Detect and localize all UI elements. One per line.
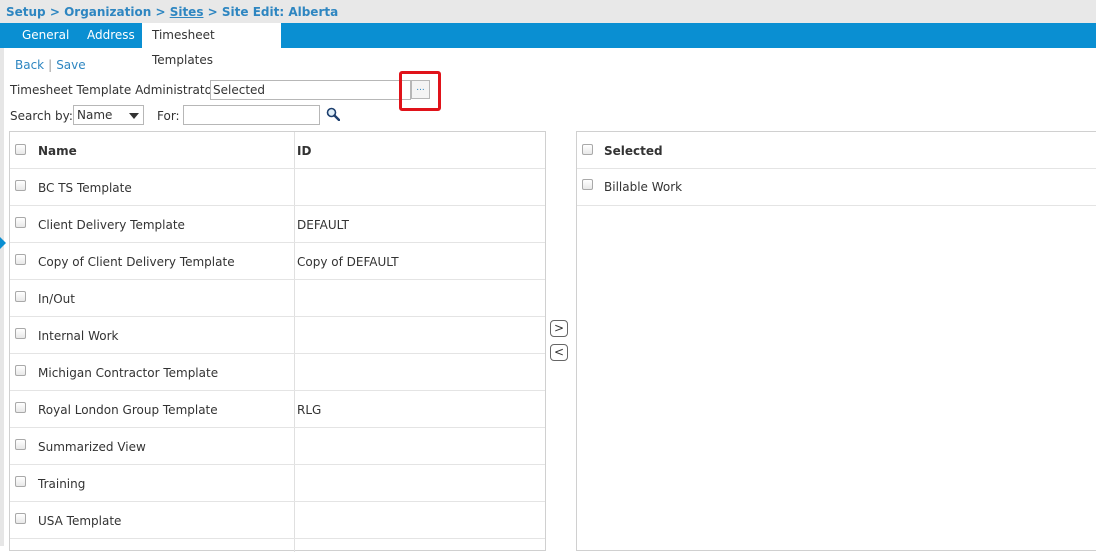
breadcrumb-sites[interactable]: Sites (170, 5, 204, 19)
administrator-field[interactable]: Selected (210, 80, 411, 100)
row-checkbox[interactable] (15, 476, 26, 487)
column-header-name[interactable]: Name (38, 144, 77, 158)
tab-address[interactable]: Address (77, 23, 145, 48)
tab-bar: General Address Timesheet Templates (0, 23, 1096, 67)
column-header-id[interactable]: ID (297, 144, 311, 158)
select-all-checkbox[interactable] (582, 144, 593, 155)
row-name: Internal Work (38, 329, 119, 343)
row-name: USA Template (38, 514, 122, 528)
back-link[interactable]: Back (15, 58, 44, 72)
table-row[interactable]: Summarized View (10, 428, 545, 465)
table-row[interactable]: Internal Work (10, 317, 545, 354)
row-checkbox[interactable] (15, 180, 26, 191)
table-row[interactable]: Michigan Contractor Template (10, 354, 545, 391)
row-checkbox[interactable] (15, 439, 26, 450)
row-checkbox[interactable] (15, 328, 26, 339)
tab-general[interactable]: General (12, 23, 79, 48)
administrator-label: Timesheet Template Administrator: (10, 83, 221, 97)
table-row[interactable]: USA Template (10, 502, 545, 539)
row-name: Copy of Client Delivery Template (38, 255, 235, 269)
table-row[interactable]: BC TS Template (10, 169, 545, 206)
row-checkbox[interactable] (15, 217, 26, 228)
breadcrumb: Setup > Organization > Sites > Site Edit… (6, 5, 338, 19)
select-all-checkbox[interactable] (15, 144, 26, 155)
row-name: Billable Work (604, 180, 683, 194)
row-name: Summarized View (38, 440, 146, 454)
table-row[interactable]: Training (10, 465, 545, 502)
row-name: BC TS Template (38, 181, 132, 195)
move-right-button[interactable]: > (550, 320, 568, 337)
row-name: Client Delivery Template (38, 218, 185, 232)
table-header-row: Selected (577, 132, 1096, 169)
table-header-row: Name ID (10, 132, 545, 169)
search-by-value: Name (77, 108, 113, 122)
row-id: RLG (297, 403, 322, 417)
breadcrumb-organization[interactable]: Organization (64, 5, 151, 19)
breadcrumb-separator: > (203, 5, 222, 19)
breadcrumb-separator: > (45, 5, 65, 19)
search-by-label: Search by: (10, 109, 73, 123)
table-row[interactable]: Royal London Group Template RLG (10, 391, 545, 428)
row-id: Copy of DEFAULT (297, 255, 399, 269)
table-row[interactable]: In/Out (10, 280, 545, 317)
table-row[interactable]: Billable Work (577, 169, 1096, 206)
collapse-arrow-icon[interactable] (0, 237, 6, 249)
row-checkbox[interactable] (15, 365, 26, 376)
move-left-button[interactable]: < (550, 344, 568, 361)
available-templates-table: Name ID BC TS Template Client Delivery Te… (9, 131, 546, 552)
row-checkbox[interactable] (15, 291, 26, 302)
search-input[interactable] (183, 105, 320, 125)
row-name: Royal London Group Template (38, 403, 218, 417)
row-checkbox[interactable] (15, 513, 26, 524)
save-link[interactable]: Save (56, 58, 85, 72)
column-header-selected[interactable]: Selected (604, 144, 663, 158)
tab-timesheet-templates[interactable]: Timesheet Templates (142, 23, 281, 67)
search-by-select[interactable]: Name (73, 105, 144, 125)
breadcrumb-bar: Setup > Organization > Sites > Site Edit… (0, 0, 1096, 23)
chevron-down-icon (129, 113, 139, 119)
selected-templates-table: Selected Billable Work (576, 131, 1096, 551)
breadcrumb-current: Site Edit: Alberta (221, 5, 339, 19)
row-checkbox[interactable] (15, 254, 26, 265)
left-edge-strip (0, 48, 4, 546)
search-for-label: For: (157, 109, 180, 123)
breadcrumb-separator: > (151, 5, 170, 19)
row-name: In/Out (38, 292, 75, 306)
action-links: Back | Save (15, 58, 86, 72)
row-checkbox[interactable] (582, 179, 593, 190)
row-name: Michigan Contractor Template (38, 366, 219, 380)
action-separator: | (48, 58, 53, 72)
row-id: DEFAULT (297, 218, 349, 232)
table-row[interactable]: Copy of Client Delivery Template Copy of … (10, 243, 545, 280)
breadcrumb-setup[interactable]: Setup (6, 5, 46, 19)
highlight-box (399, 71, 441, 111)
search-icon[interactable] (326, 107, 340, 121)
row-name: Training (38, 477, 86, 491)
row-checkbox[interactable] (15, 402, 26, 413)
table-row[interactable]: Client Delivery Template DEFAULT (10, 206, 545, 243)
